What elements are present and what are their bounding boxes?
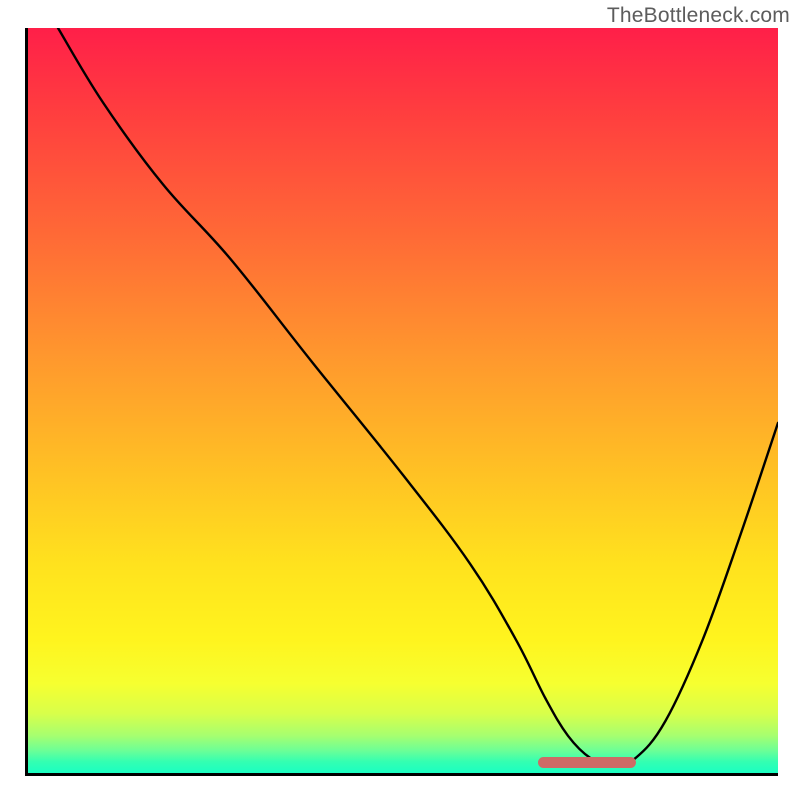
bottleneck-curve-path — [58, 28, 778, 766]
plot-area — [25, 28, 778, 776]
curve-svg — [28, 28, 778, 773]
chart-frame: TheBottleneck.com — [0, 0, 800, 800]
optimum-marker — [538, 757, 636, 768]
source-attribution: TheBottleneck.com — [607, 4, 790, 28]
